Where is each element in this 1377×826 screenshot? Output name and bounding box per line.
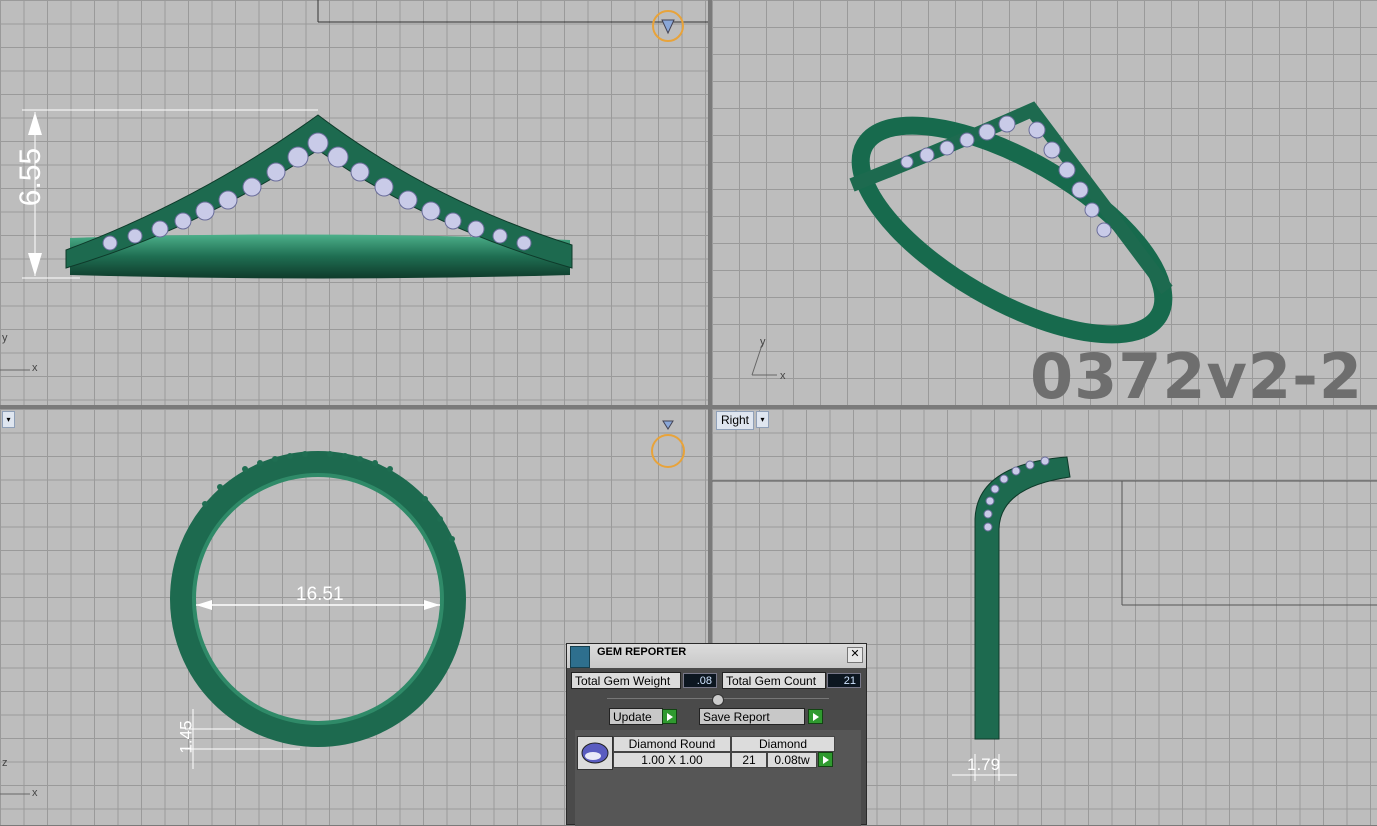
diameter-dimension: 16.51: [296, 584, 344, 605]
update-go-icon[interactable]: [662, 709, 677, 724]
update-button[interactable]: Update: [609, 708, 663, 725]
gem-reporter-panel[interactable]: GEM REPORTER ✕ Total Gem Weight .08 Tota…: [566, 643, 867, 826]
thickness-dimension: 1.79: [967, 755, 1001, 774]
splitter-handle[interactable]: [712, 694, 724, 706]
total-gem-count-value: 21: [827, 673, 861, 688]
model-id-watermark: 0372v2-2: [1030, 340, 1363, 405]
save-report-go-icon[interactable]: [808, 709, 823, 724]
total-gem-weight-value: .08: [683, 673, 717, 688]
gem-reporter-titlebar[interactable]: GEM REPORTER ✕: [567, 644, 866, 668]
row-detail-go-icon[interactable]: [818, 752, 833, 767]
table-cell-count: 21: [731, 752, 767, 768]
axis-x-label: x: [780, 370, 786, 382]
table-cell-size: 1.00 X 1.00: [613, 752, 731, 768]
viewport-perspective[interactable]: y x 0372v2-2: [712, 0, 1377, 405]
close-icon[interactable]: ✕: [847, 647, 863, 663]
axis-x-label: x: [32, 362, 38, 374]
axis-x-label: x: [32, 787, 38, 799]
save-report-button[interactable]: Save Report: [699, 708, 805, 725]
height-dimension: 6.55: [14, 147, 48, 207]
axis-z-label: z: [2, 757, 8, 769]
width-dimension: 1.45: [176, 720, 196, 754]
axis-y-label: y: [760, 336, 766, 348]
viewport-front[interactable]: 6.55 y x: [0, 0, 708, 405]
axis-y-label: y: [2, 332, 8, 344]
table-cell-weight: 0.08tw: [767, 752, 817, 768]
table-header-shape: Diamond Round: [613, 736, 731, 752]
total-gem-weight-label: Total Gem Weight: [571, 672, 681, 689]
ring-front-view: [0, 0, 708, 371]
table-header-type: Diamond: [731, 736, 835, 752]
gem-reporter-title: GEM REPORTER: [597, 646, 687, 658]
total-gem-count-label: Total Gem Count: [722, 672, 826, 689]
diamond-gem-icon: [577, 736, 613, 770]
gem-reporter-app-icon: [570, 646, 590, 668]
